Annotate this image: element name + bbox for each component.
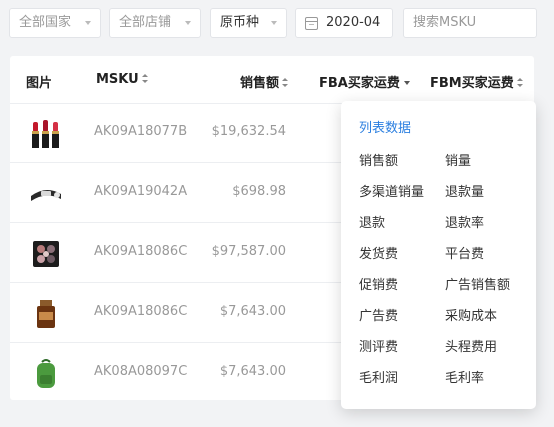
sales-cell: $19,632.54 — [211, 124, 286, 139]
column-data-menu: 列表数据 销售额 销量 多渠道销量 退款量 退款 退款率 发货费 平台费 促销费… — [341, 101, 536, 409]
header-sales-label: 销售额 — [240, 76, 280, 91]
month-picker[interactable]: 2020-04 — [295, 8, 393, 38]
filter-bar: 全部国家 全部店铺 原币种 2020-04 搜索MSKU — [0, 0, 554, 50]
menu-item-refund-units[interactable]: 退款量 — [445, 181, 484, 200]
sales-cell: $97,587.00 — [211, 244, 286, 259]
menu-title: 列表数据 — [359, 121, 412, 136]
serum-bottle-icon — [37, 300, 55, 328]
menu-item-refunds[interactable]: 退款 — [359, 212, 385, 231]
header-fba-freight[interactable]: FBA买家运费 — [319, 72, 410, 91]
menu-item-review-fee[interactable]: 测评费 — [359, 336, 398, 355]
msku-cell: AK09A18086C — [94, 244, 188, 259]
lipstick-set-icon — [32, 120, 59, 148]
backpack-icon — [37, 359, 55, 388]
menu-item-ad-cost[interactable]: 广告费 — [359, 305, 398, 324]
eyeshadow-palette-icon — [33, 241, 59, 267]
caret-down-icon — [403, 81, 410, 85]
menu-item-multichannel-units[interactable]: 多渠道销量 — [359, 181, 424, 200]
country-select-value: 全部国家 — [19, 15, 72, 30]
header-fbm-freight[interactable]: FBM买家运费 — [430, 72, 523, 91]
msku-cell: AK08A08097C — [94, 364, 188, 379]
sales-cell: $7,643.00 — [219, 364, 286, 379]
menu-item-shipping-fee[interactable]: 发货费 — [359, 243, 398, 262]
chevron-down-icon — [85, 21, 91, 25]
menu-item-units[interactable]: 销量 — [445, 150, 471, 169]
store-select[interactable]: 全部店铺 — [109, 8, 201, 38]
sales-cell: $7,643.00 — [219, 304, 286, 319]
header-msku[interactable]: MSKU — [96, 72, 148, 87]
msku-search-placeholder: 搜索MSKU — [413, 15, 477, 30]
sales-cell: $698.98 — [232, 184, 286, 199]
country-select[interactable]: 全部国家 — [9, 8, 101, 38]
msku-cell: AK09A18077B — [94, 124, 188, 139]
menu-item-promotion-fee[interactable]: 促销费 — [359, 274, 398, 293]
month-picker-value: 2020-04 — [326, 15, 381, 30]
sort-icon — [141, 74, 148, 84]
menu-item-purchase-cost[interactable]: 采购成本 — [445, 305, 497, 324]
header-image: 图片 — [26, 76, 53, 91]
table-header: 图片 MSKU 销售额 FBA买家运费 FBM买家运费 — [10, 56, 534, 104]
chevron-down-icon — [271, 21, 277, 25]
header-msku-label: MSKU — [96, 72, 139, 87]
currency-select-value: 原币种 — [220, 15, 260, 30]
sort-icon — [516, 78, 523, 88]
header-fbm-freight-label: FBM买家运费 — [430, 76, 514, 91]
msku-cell: AK09A19042A — [94, 184, 188, 199]
menu-item-refund-rate[interactable]: 退款率 — [445, 212, 484, 231]
header-fba-freight-label: FBA买家运费 — [319, 76, 400, 91]
menu-item-first-leg-cost[interactable]: 头程费用 — [445, 336, 497, 355]
menu-item-gross-margin[interactable]: 毛利率 — [445, 367, 484, 386]
menu-item-ad-sales[interactable]: 广告销售额 — [445, 274, 510, 293]
header-sales[interactable]: 销售额 — [240, 72, 289, 91]
msku-search-input[interactable]: 搜索MSKU — [403, 8, 537, 38]
chevron-down-icon — [185, 21, 191, 25]
store-select-value: 全部店铺 — [119, 15, 172, 30]
menu-item-sales[interactable]: 销售额 — [359, 150, 398, 169]
headband-icon — [31, 189, 61, 201]
currency-select[interactable]: 原币种 — [210, 8, 287, 38]
menu-item-gross-profit[interactable]: 毛利润 — [359, 367, 398, 386]
calendar-icon — [305, 17, 318, 30]
menu-item-platform-fee[interactable]: 平台费 — [445, 243, 484, 262]
msku-cell: AK09A18086C — [94, 304, 188, 319]
sort-icon — [282, 78, 289, 88]
